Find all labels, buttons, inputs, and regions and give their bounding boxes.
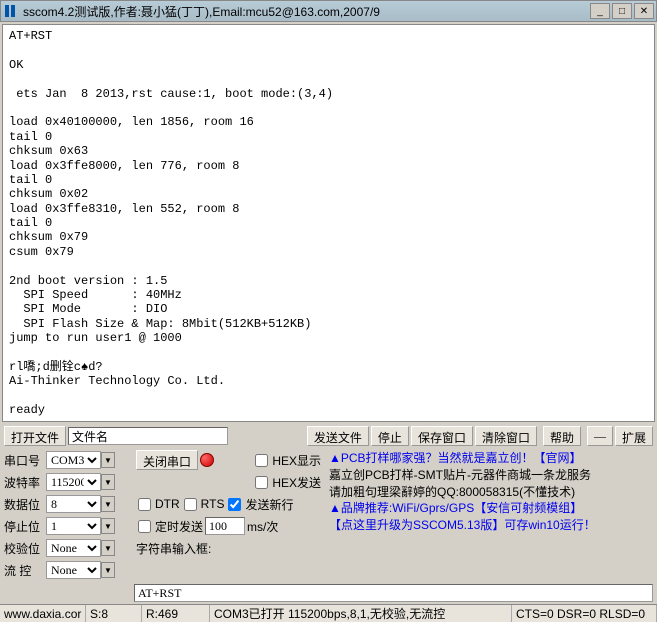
info-line-2: 嘉立创PCB打样-SMT贴片-元器件商城一条龙服务 [329, 467, 649, 484]
timed-send-checkbox[interactable] [138, 520, 151, 533]
titlebar: sscom4.2测试版,作者:聂小猛(丁丁),Email:mcu52@163.c… [0, 0, 657, 22]
close-button[interactable]: ✕ [634, 3, 654, 19]
toolbar: 打开文件 发送文件 停止 保存窗口 清除窗口 帮助 — 扩展 [0, 424, 657, 448]
serial-config: 串口号 COM3 ▼ 波特率 115200 ▼ 数据位 8 ▼ 停止位 1 ▼ … [4, 450, 132, 582]
baud-label: 波特率 [4, 474, 46, 491]
parity-label: 校验位 [4, 540, 46, 557]
expand-button[interactable]: 扩展 [615, 426, 653, 446]
string-input-row [4, 584, 653, 602]
rts-checkbox[interactable] [184, 498, 197, 511]
hex-send-checkbox[interactable] [255, 476, 268, 489]
send-file-button[interactable]: 发送文件 [307, 426, 369, 446]
baud-dropdown-icon[interactable]: ▼ [101, 474, 115, 490]
databits-label: 数据位 [4, 496, 46, 513]
flow-select[interactable]: None [46, 561, 101, 579]
close-port-button[interactable]: 关闭串口 [136, 450, 198, 470]
command-input[interactable] [134, 584, 653, 602]
info-line-3: 请加粗句理梁辭婷的QQ:800058315(不懂技术) [329, 484, 649, 501]
parity-dropdown-icon[interactable]: ▼ [101, 540, 115, 556]
send-newline-checkbox[interactable] [228, 498, 241, 511]
app-icon [3, 3, 19, 19]
rts-label: RTS [201, 497, 225, 511]
info-line-5[interactable]: 【点这里升级为SSCOM5.13版】可存win10运行！ [329, 517, 649, 534]
title-text: sscom4.2测试版,作者:聂小猛(丁丁),Email:mcu52@163.c… [23, 3, 590, 20]
stopbits-dropdown-icon[interactable]: ▼ [101, 518, 115, 534]
baud-select[interactable]: 115200 [46, 473, 101, 491]
flow-label: 流 控 [4, 562, 46, 579]
status-url[interactable]: www.daxia.cor [0, 605, 86, 622]
info-line-4[interactable]: ▲品牌推荐:WiFi/Gprs/GPS【安信可射频模组】 [329, 500, 649, 517]
flow-dropdown-icon[interactable]: ▼ [101, 562, 115, 578]
port-select[interactable]: COM3 [46, 451, 101, 469]
stop-button[interactable]: 停止 [371, 426, 409, 446]
dtr-label: DTR [155, 497, 180, 511]
hex-show-label: HEX显示 [272, 452, 321, 469]
open-file-button[interactable]: 打开文件 [4, 426, 66, 446]
hex-send-label: HEX发送 [272, 474, 321, 491]
status-received: R:469 [142, 605, 210, 622]
status-port: COM3已打开 115200bps,8,1,无校验,无流控 [210, 605, 512, 622]
help-button[interactable]: 帮助 [543, 426, 581, 446]
hex-show-checkbox[interactable] [255, 454, 268, 467]
interval-input[interactable] [205, 517, 245, 535]
minimize-button[interactable]: _ [590, 3, 610, 19]
filename-input[interactable] [68, 427, 228, 445]
statusbar: www.daxia.cor S:8 R:469 COM3已打开 115200bp… [0, 604, 657, 622]
info-panel: ▲PCB打样哪家强？当然就是嘉立创！【官网】 嘉立创PCB打样-SMT贴片-元器… [325, 450, 653, 582]
maximize-button[interactable]: □ [612, 3, 632, 19]
terminal-output[interactable]: AT+RST OK ets Jan 8 2013,rst cause:1, bo… [2, 24, 655, 422]
databits-select[interactable]: 8 [46, 495, 101, 513]
port-label: 串口号 [4, 452, 46, 469]
string-input-label: 字符串输入框: [136, 540, 211, 557]
dash-button[interactable]: — [587, 426, 613, 446]
stopbits-select[interactable]: 1 [46, 517, 101, 535]
port-status-indicator [200, 453, 214, 467]
clear-window-button[interactable]: 清除窗口 [475, 426, 537, 446]
info-line-1[interactable]: ▲PCB打样哪家强？当然就是嘉立创！【官网】 [329, 450, 649, 467]
timed-send-label: 定时发送 [155, 518, 203, 535]
send-newline-label: 发送新行 [245, 496, 293, 513]
status-sent: S:8 [86, 605, 142, 622]
port-dropdown-icon[interactable]: ▼ [101, 452, 115, 468]
mid-config: 关闭串口 HEX显示 HEX发送 DTR RTS 发送新行 定时发送 ms/次 … [136, 450, 321, 582]
databits-dropdown-icon[interactable]: ▼ [101, 496, 115, 512]
config-area: 串口号 COM3 ▼ 波特率 115200 ▼ 数据位 8 ▼ 停止位 1 ▼ … [0, 448, 657, 584]
interval-unit-label: ms/次 [247, 518, 278, 535]
stopbits-label: 停止位 [4, 518, 46, 535]
status-signals: CTS=0 DSR=0 RLSD=0 [512, 605, 657, 622]
dtr-checkbox[interactable] [138, 498, 151, 511]
parity-select[interactable]: None [46, 539, 101, 557]
save-window-button[interactable]: 保存窗口 [411, 426, 473, 446]
